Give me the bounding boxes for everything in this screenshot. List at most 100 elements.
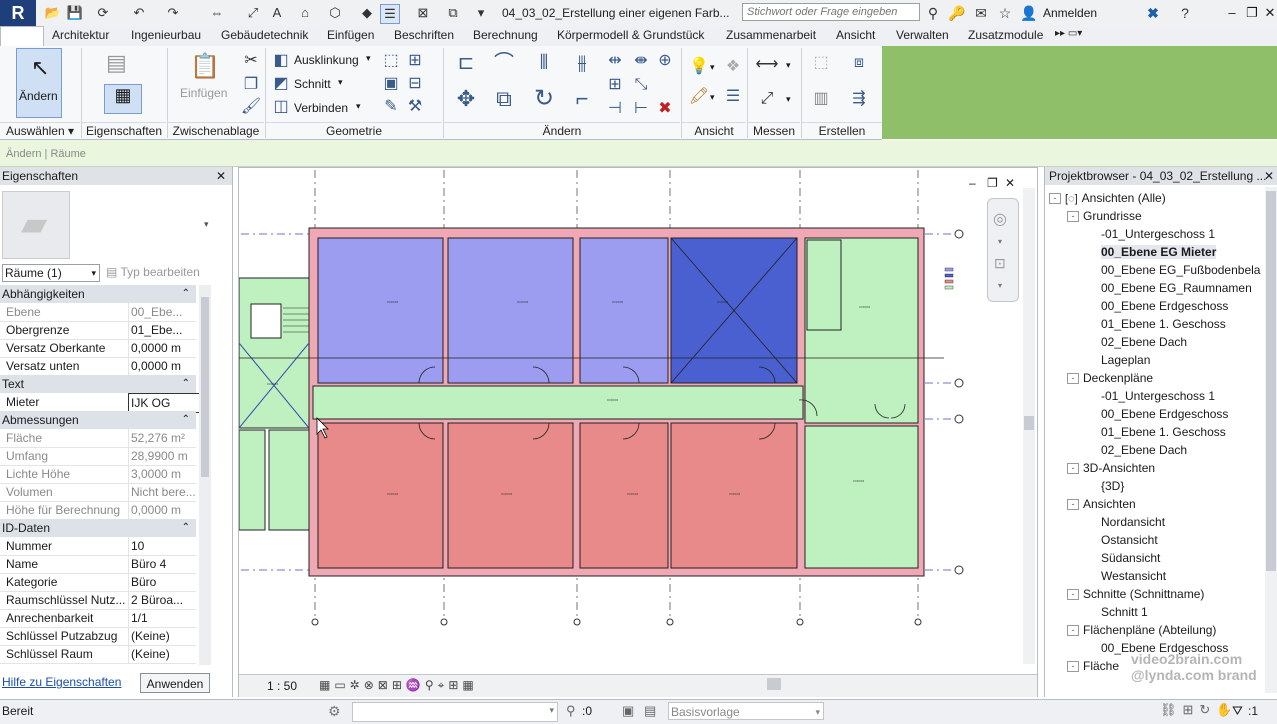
browser-view-item[interactable]: 02_Ebene Dach xyxy=(1085,441,1187,459)
tab-ansicht[interactable]: Ansicht xyxy=(836,28,875,42)
property-value[interactable]: 0,0000 m xyxy=(128,357,199,375)
browser-view-item[interactable]: 00_Ebene EG Mieter xyxy=(1085,243,1217,261)
property-row[interactable]: Schlüssel Raum (Keine) xyxy=(0,645,196,664)
paste-icon[interactable]: 📋 xyxy=(190,52,220,81)
collapse-toggle-icon[interactable]: - xyxy=(1067,499,1079,511)
property-row[interactable]: Anrechenbarkeit 1/1 xyxy=(0,609,196,628)
browser-view-item[interactable]: Westansicht xyxy=(1085,567,1166,585)
property-value[interactable]: 10 xyxy=(128,537,199,555)
worksets-icon[interactable]: ⚙ xyxy=(328,703,341,720)
collapse-icon[interactable]: ⌃ xyxy=(182,519,190,537)
hide-dropdown-icon[interactable]: ▾ xyxy=(710,62,715,73)
dimension-dropdown-icon[interactable]: ▾ xyxy=(786,94,791,105)
hide-in-view-icon[interactable]: 💡 xyxy=(688,56,710,78)
create-group-icon[interactable]: ▥ xyxy=(810,88,832,110)
close-button[interactable]: ✕ xyxy=(1258,4,1277,22)
browser-view-item[interactable]: 00_Ebene EG_Fußbodenbela xyxy=(1085,261,1260,279)
properties-scrollbar[interactable] xyxy=(199,285,211,665)
text-icon[interactable]: A xyxy=(268,4,286,22)
panel-label-auswaehlen[interactable]: Auswählen ▾ xyxy=(0,122,80,139)
property-value[interactable]: Büro xyxy=(128,573,199,591)
property-row[interactable]: Fläche 52,276 m² xyxy=(0,429,196,448)
tab-zusatzmodule[interactable]: Zusatzmodule xyxy=(968,28,1043,42)
apply-button[interactable]: Anwenden xyxy=(140,673,210,693)
selection-filter-icon[interactable]: ⛛ xyxy=(1232,703,1243,719)
property-value[interactable]: 01_Ebe... xyxy=(128,321,199,339)
browser-scrollbar[interactable] xyxy=(1265,187,1277,693)
tab-gebaeudetechnik[interactable]: Gebäudetechnik xyxy=(221,28,308,42)
instance-filter-select[interactable]: Räume (1) ▾ xyxy=(2,264,100,282)
open-icon[interactable]: 📂 xyxy=(44,4,62,22)
edit-type-button[interactable]: ▤ Typ bearbeiten xyxy=(106,265,200,279)
tab-koerpermodell[interactable]: Körpermodell & Grundstück xyxy=(557,28,704,42)
view-close-icon[interactable]: ✕ xyxy=(1005,176,1015,190)
property-row[interactable]: Mieter IJK OG xyxy=(0,393,200,413)
tab-ingenieurbau[interactable]: Ingenieurbau xyxy=(131,28,201,42)
floor-plan[interactable]: ▭▭▭ ▭▭▭ ▭▭▭ ▭▭▭ ▭▭▭ ▭▭▭ ▭▭▭ ▭▭▭ ▭▭▭ ▭▭▭ ▭▭▭ ▭▭▭ xyxy=(239,168,1037,673)
trim-single-icon[interactable]: ⊣ xyxy=(604,98,626,120)
close-hidden-icon[interactable]: ⊠ xyxy=(414,4,432,22)
type-selector-dropdown-icon[interactable]: ▾ xyxy=(204,219,209,230)
property-value[interactable]: IJK OG xyxy=(128,393,200,413)
properties-help-link[interactable]: Hilfe zu Eigenschaften xyxy=(2,675,121,689)
create-parts-icon[interactable]: ⧈ xyxy=(848,52,870,74)
array-icon[interactable]: ⊞ xyxy=(604,74,626,96)
design-options-icon[interactable]: ▤ xyxy=(644,703,656,719)
workset-select[interactable]: ▾ xyxy=(352,702,558,722)
browser-view-item[interactable]: -01_Untergeschoss 1 xyxy=(1085,225,1215,243)
join-label[interactable]: Verbinden xyxy=(294,101,348,115)
property-row[interactable]: Lichte Höhe 3,0000 m xyxy=(0,465,196,484)
cut-geometry-icon[interactable]: ◩ xyxy=(270,73,292,95)
collapse-icon[interactable]: ⌃ xyxy=(182,411,190,429)
properties-close-icon[interactable]: ✕ xyxy=(216,167,226,185)
browser-view-item[interactable]: -01_Untergeschoss 1 xyxy=(1085,387,1215,405)
property-category[interactable]: Abmessungen ⌃ xyxy=(0,411,196,429)
tab-verwalten[interactable]: Verwalten xyxy=(896,28,949,42)
thin-lines-icon[interactable]: ◆ xyxy=(358,4,376,22)
measure-icon[interactable]: ⇔ xyxy=(208,4,226,22)
measure-dropdown-icon[interactable]: ▾ xyxy=(786,60,791,71)
collapse-toggle-icon[interactable]: - xyxy=(1067,373,1079,385)
tab-zusammenarbeit[interactable]: Zusammenarbeit xyxy=(726,28,816,42)
modify-button[interactable]: ↖ Ändern xyxy=(16,48,62,118)
tab-berechnung[interactable]: Berechnung xyxy=(473,28,538,42)
qa-dropdown-icon[interactable]: ▾ xyxy=(472,4,490,22)
cope-label[interactable]: Ausklinkung xyxy=(294,53,359,67)
override-graphics-icon[interactable]: ❖ xyxy=(722,56,744,78)
editable-only-icon[interactable]: ▣ xyxy=(622,703,634,719)
property-value[interactable]: (Keine) xyxy=(128,645,199,663)
line-style-icon[interactable]: ☰ xyxy=(722,86,744,108)
cut-geometry-label[interactable]: Schnitt xyxy=(294,77,331,91)
default-3d-icon[interactable]: ⌂ xyxy=(296,4,314,22)
move-icon[interactable]: ✥ xyxy=(452,88,480,116)
property-row[interactable]: Versatz Oberkante 0,0000 m xyxy=(0,339,196,358)
property-category[interactable]: ID-Daten ⌃ xyxy=(0,519,196,537)
tab-einfuegen[interactable]: Einfügen xyxy=(327,28,374,42)
collapse-toggle-icon[interactable]: - xyxy=(1067,589,1079,601)
browser-view-item[interactable]: 01_Ebene 1. Geschoss xyxy=(1085,423,1226,441)
property-category[interactable]: Text ⌃ xyxy=(0,375,196,393)
filter-icon[interactable]: ⚲ xyxy=(566,703,576,719)
collapse-toggle-icon[interactable]: - xyxy=(1067,463,1079,475)
vertical-scrollbar[interactable] xyxy=(1023,188,1035,664)
login-button[interactable]: Anmelden xyxy=(1043,6,1097,20)
property-row[interactable]: Nummer 10 xyxy=(0,537,196,556)
view-scale[interactable]: 1 : 50 xyxy=(267,679,297,693)
property-row[interactable]: Höhe für Berechnung 0,0000 m xyxy=(0,501,196,520)
property-row[interactable]: Raumschlüssel Nutz... 2 Büroa... xyxy=(0,591,196,610)
property-row[interactable]: Obergrenze 01_Ebe... xyxy=(0,321,196,340)
browser-folder[interactable]: - [◌] Ansichten (Alle) xyxy=(1049,189,1166,207)
drawing-canvas[interactable]: ▭▭▭ ▭▭▭ ▭▭▭ ▭▭▭ ▭▭▭ ▭▭▭ ▭▭▭ ▭▭▭ ▭▭▭ ▭▭▭ ▭▭▭ ▭▭▭ … xyxy=(238,167,1038,697)
save-icon[interactable]: 💾 xyxy=(66,4,84,22)
redo-icon[interactable]: ↷ xyxy=(164,4,182,22)
project-browser-close-icon[interactable]: ✕ xyxy=(1264,167,1274,185)
view-control-icons[interactable]: ▦▭✲⊗⊠⊞♒⚲⌖⊞▦ xyxy=(319,678,478,693)
browser-view-item[interactable]: Südansicht xyxy=(1085,549,1160,567)
paint-icon[interactable]: ▣ xyxy=(380,73,402,95)
sync-icon[interactable]: ⟳ xyxy=(94,4,112,22)
search-input[interactable] xyxy=(742,3,920,21)
browser-folder[interactable]: - Ansichten xyxy=(1067,495,1136,513)
selection-option-icons[interactable]: ⛓⊞↻✋ xyxy=(1160,702,1238,718)
binoculars-icon[interactable]: ⚲ xyxy=(924,4,942,22)
revit-logo[interactable]: R xyxy=(0,0,36,26)
